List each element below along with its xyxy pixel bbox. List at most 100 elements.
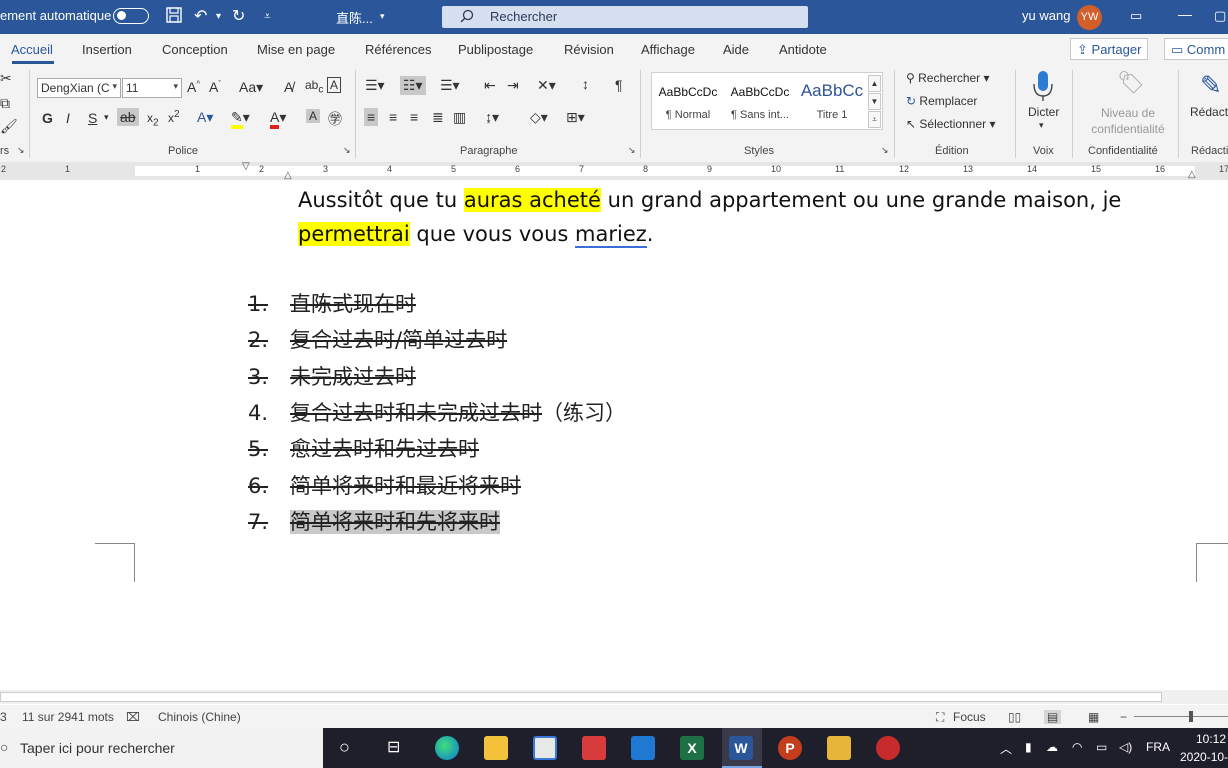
tab-mise-en-page[interactable]: Mise en page	[257, 42, 335, 57]
list-item[interactable]: 4. 复合过去时和未完成过去时（练习）	[248, 397, 626, 427]
phonetic-guide-icon[interactable]: abc	[305, 78, 323, 95]
underline-icon[interactable]: S	[88, 110, 97, 126]
paragraphe-launcher-icon[interactable]: ↘	[628, 145, 636, 156]
microphone-icon[interactable]	[1032, 70, 1054, 105]
show-marks-icon[interactable]: ¶	[615, 77, 623, 93]
styles-scroll-up-icon[interactable]: ▲	[868, 75, 881, 92]
read-mode-icon[interactable]: ▯▯	[1008, 710, 1021, 724]
task-view-icon[interactable]: ⊟	[387, 737, 400, 757]
first-line-indent-marker[interactable]: ▽	[242, 161, 250, 172]
clock-date[interactable]: 2020-10-	[1180, 750, 1228, 764]
word-count[interactable]: 11 sur 2941 mots	[22, 710, 114, 724]
tab-conception[interactable]: Conception	[162, 42, 228, 57]
language-indicator[interactable]: Chinois (Chine)	[158, 710, 241, 724]
undo-dropdown-icon[interactable]: ▾	[216, 11, 221, 22]
onedrive-icon[interactable]: ☁	[1046, 740, 1058, 754]
list-item[interactable]: 6. 简单将来时和最近将来时	[248, 470, 521, 500]
police-launcher-icon[interactable]: ↘	[343, 145, 351, 156]
distributed-icon[interactable]: ▥	[453, 109, 466, 126]
user-name[interactable]: yu wang	[1022, 8, 1070, 23]
superscript-icon[interactable]: x2	[168, 109, 180, 125]
borders-icon[interactable]: ⊞▾	[566, 109, 585, 126]
file-explorer-icon[interactable]	[484, 736, 508, 760]
character-shading-icon[interactable]: A	[306, 109, 321, 123]
line-spacing-icon[interactable]: ↨▾	[485, 109, 499, 126]
underline-dropdown-icon[interactable]: ▾	[104, 112, 109, 123]
justify-icon[interactable]: ≣	[432, 109, 444, 126]
styles-launcher-icon[interactable]: ↘	[881, 145, 889, 156]
editor-pen-icon[interactable]: ✎	[1200, 70, 1222, 101]
style-normal[interactable]: AaBbCcDc ¶ Normal	[652, 73, 724, 129]
undo-icon[interactable]: ↶	[194, 6, 207, 26]
tab-revision[interactable]: Révision	[564, 42, 614, 57]
share-button[interactable]: ⇪ Partager	[1070, 38, 1149, 60]
bullets-icon[interactable]: ☰▾	[365, 77, 385, 94]
list-item[interactable]: 1. 直陈式现在时	[248, 288, 416, 318]
character-border-icon[interactable]: A	[327, 77, 342, 93]
style-heading-1[interactable]: AaBbCc Titre 1	[796, 73, 868, 129]
page-indicator[interactable]: 3	[0, 710, 7, 724]
font-name-select[interactable]: DengXian (C ▾	[37, 78, 121, 98]
text-effects-icon[interactable]: A▾	[197, 109, 213, 126]
list-item[interactable]: 2. 复合过去时/简单过去时	[248, 324, 507, 354]
italic-icon[interactable]: I	[66, 110, 70, 126]
shrink-font-icon[interactable]: Aˇ	[209, 79, 221, 95]
styles-more-icon[interactable]: ⩡	[868, 111, 881, 128]
battery-icon[interactable]: ▭	[1096, 740, 1107, 754]
align-left-icon[interactable]: ≡	[364, 108, 379, 126]
find-button[interactable]: ⚲ Rechercher ▾	[906, 71, 990, 85]
tab-insertion[interactable]: Insertion	[82, 42, 132, 57]
proofing-icon[interactable]: ⌧	[126, 710, 140, 724]
powerpoint-icon[interactable]: P	[778, 736, 802, 760]
microphone-tray-icon[interactable]: ▮	[1025, 740, 1032, 754]
tab-accueil[interactable]: Accueil	[11, 42, 53, 57]
tab-antidote[interactable]: Antidote	[779, 42, 827, 57]
numbering-icon[interactable]: ☷▾	[400, 76, 426, 95]
zoom-slider[interactable]	[1134, 716, 1228, 717]
change-case-icon[interactable]: Aa▾	[239, 79, 263, 96]
align-right-icon[interactable]: ≡	[410, 109, 418, 125]
store-icon[interactable]	[533, 736, 557, 760]
grow-font-icon[interactable]: A^	[187, 79, 200, 95]
right-indent-marker[interactable]: △	[1188, 169, 1196, 180]
redo-icon[interactable]: ↻	[232, 6, 245, 26]
clock-time[interactable]: 10:12	[1196, 732, 1226, 746]
multilevel-list-icon[interactable]: ☰▾	[440, 77, 460, 94]
document-title[interactable]: 直陈...	[336, 8, 373, 27]
focus-label[interactable]: Focus	[953, 710, 986, 724]
clear-formatting-icon[interactable]: A̸	[284, 79, 293, 95]
volume-icon[interactable]: ◁)	[1119, 740, 1132, 754]
font-size-select[interactable]: 11 ▾	[122, 78, 182, 98]
customize-toolbar-icon[interactable]: ⩡	[264, 9, 271, 24]
focus-icon[interactable]: ⛶	[936, 710, 944, 725]
align-center-icon[interactable]: ≡	[389, 109, 397, 125]
tab-publipostage[interactable]: Publipostage	[458, 42, 533, 57]
select-button[interactable]: ↖ Sélectionner ▾	[906, 117, 995, 131]
enclose-characters-icon[interactable]: ㊫	[328, 109, 342, 129]
scrollbar-thumb[interactable]	[0, 692, 1162, 702]
document-page[interactable]: Aussitôt que tu auras acheté un grand ap…	[0, 180, 1228, 690]
subscript-icon[interactable]: x2	[147, 111, 159, 128]
cortana-icon[interactable]: ○	[339, 737, 350, 758]
tab-aide[interactable]: Aide	[723, 42, 749, 57]
list-item[interactable]: 5. 愈过去时和先过去时	[248, 433, 479, 463]
avatar[interactable]: YW	[1077, 5, 1102, 30]
decrease-indent-icon[interactable]: ⇤	[484, 77, 496, 94]
wifi-icon[interactable]: ◠	[1072, 740, 1082, 754]
list-item[interactable]: 3. 未完成过去时	[248, 361, 416, 391]
styles-scroll-down-icon[interactable]: ▼	[868, 93, 881, 110]
style-no-spacing[interactable]: AaBbCcDc ¶ Sans int...	[724, 73, 796, 129]
taskbar-search[interactable]: ○ Taper ici pour rechercher	[0, 728, 323, 768]
comments-button[interactable]: ▭ Comm	[1164, 38, 1228, 60]
clipboard-launcher-icon[interactable]: ↘	[17, 145, 25, 156]
highlight-color-icon[interactable]: ✎▾	[231, 109, 250, 129]
gift-app-icon[interactable]	[582, 736, 606, 760]
list-item[interactable]: 7. 简单将来时和先将来时	[248, 506, 500, 536]
mail-icon[interactable]	[631, 736, 655, 760]
copy-icon[interactable]: ⧉	[0, 95, 10, 112]
app-flask-icon[interactable]	[827, 736, 851, 760]
save-icon[interactable]	[165, 6, 183, 29]
sort-icon[interactable]: ↕	[582, 76, 589, 92]
language-tray[interactable]: FRA	[1146, 740, 1170, 754]
dictate-dropdown-icon[interactable]: ▾	[1039, 120, 1044, 131]
